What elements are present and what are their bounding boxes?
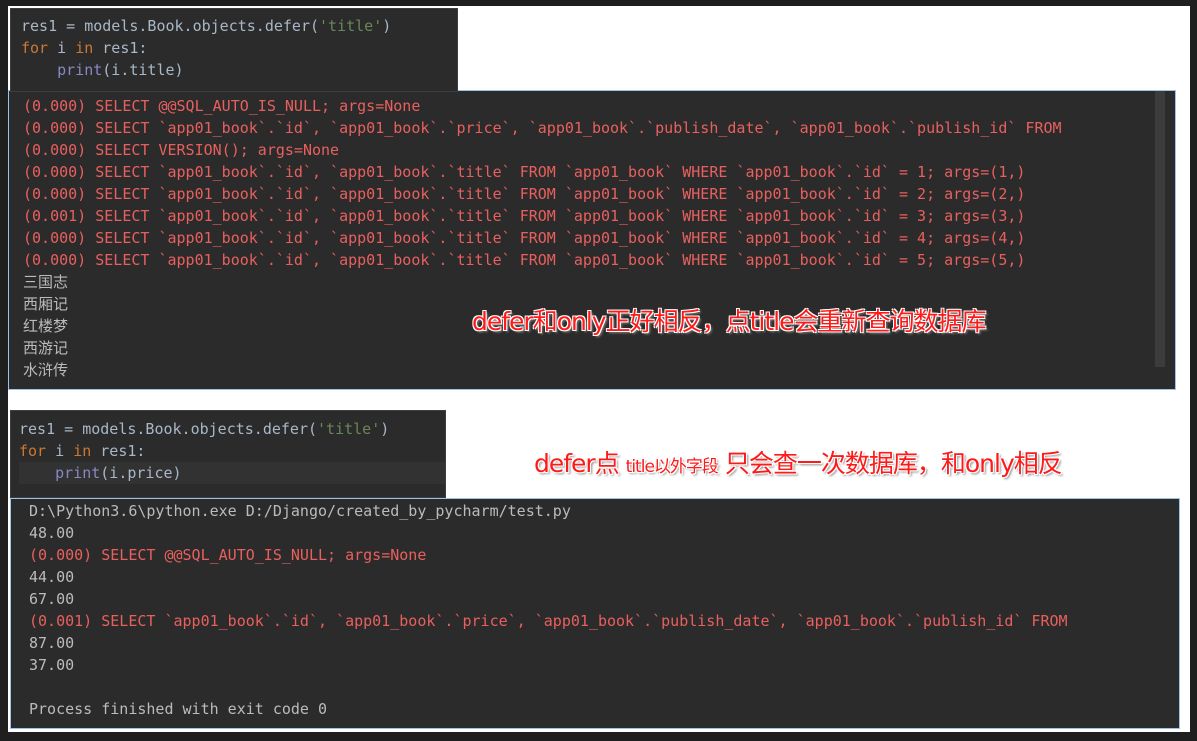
output-line: 87.00 (29, 634, 75, 652)
output-line: 44.00 (29, 568, 75, 586)
sql-log-line: (0.000) SELECT `app01_book`.`id`, `app01… (23, 185, 1026, 203)
output-line: 67.00 (29, 590, 75, 608)
sql-log-line: (0.000) SELECT `app01_book`.`id`, `app01… (23, 119, 1062, 137)
run-console-bottom: D:\Python3.6\python.exe D:/Django/create… (10, 498, 1180, 729)
output-title-line: 西游记 (23, 339, 69, 357)
run-console-top: (0.000) SELECT @@SQL_AUTO_IS_NULL; args=… (8, 90, 1176, 390)
annotation-defer-other-fields: defer点 title以外字段 只会查一次数据库，和only相反 (534, 449, 1063, 478)
code-line: for i in res1: (19, 442, 146, 460)
code-line: print(i.price) (19, 462, 445, 484)
code-line: for i in res1: (21, 39, 148, 57)
sql-log-line: (0.000) SELECT `app01_book`.`id`, `app01… (23, 163, 1026, 181)
sql-log-line: (0.000) SELECT @@SQL_AUTO_IS_NULL; args=… (29, 546, 427, 564)
code-line: print(i.title) (57, 61, 184, 79)
output-line: 37.00 (29, 656, 75, 674)
sql-log-line: (0.000) SELECT `app01_book`.`id`, `app01… (23, 229, 1026, 247)
output-line: D:\Python3.6\python.exe D:/Django/create… (29, 502, 571, 520)
output-title-line: 三国志 (23, 273, 69, 291)
sql-log-line: (0.000) SELECT VERSION(); args=None (23, 141, 340, 159)
code-editor-snippet-top: res1 = models.Book.objects.defer('title'… (10, 8, 458, 92)
output-line: Process finished with exit code 0 (29, 700, 328, 718)
code-editor-snippet-bottom: res1 = models.Book.objects.defer('title'… (10, 410, 446, 498)
scrollbar[interactable] (1155, 91, 1165, 367)
output-title-line: 水浒传 (23, 361, 69, 379)
code-line: res1 = models.Book.objects.defer('title'… (21, 17, 392, 35)
output-line: 48.00 (29, 524, 75, 542)
sql-log-line: (0.001) SELECT `app01_book`.`id`, `app01… (23, 207, 1026, 225)
annotation-defer-vs-only: defer和only正好相反，点title会重新查询数据库 (472, 307, 986, 336)
sql-log-line: (0.000) SELECT @@SQL_AUTO_IS_NULL; args=… (23, 97, 421, 115)
code-line: res1 = models.Book.objects.defer('title'… (19, 420, 390, 438)
sql-log-line: (0.001) SELECT `app01_book`.`id`, `app01… (29, 612, 1068, 630)
sql-log-line: (0.000) SELECT `app01_book`.`id`, `app01… (23, 251, 1026, 269)
